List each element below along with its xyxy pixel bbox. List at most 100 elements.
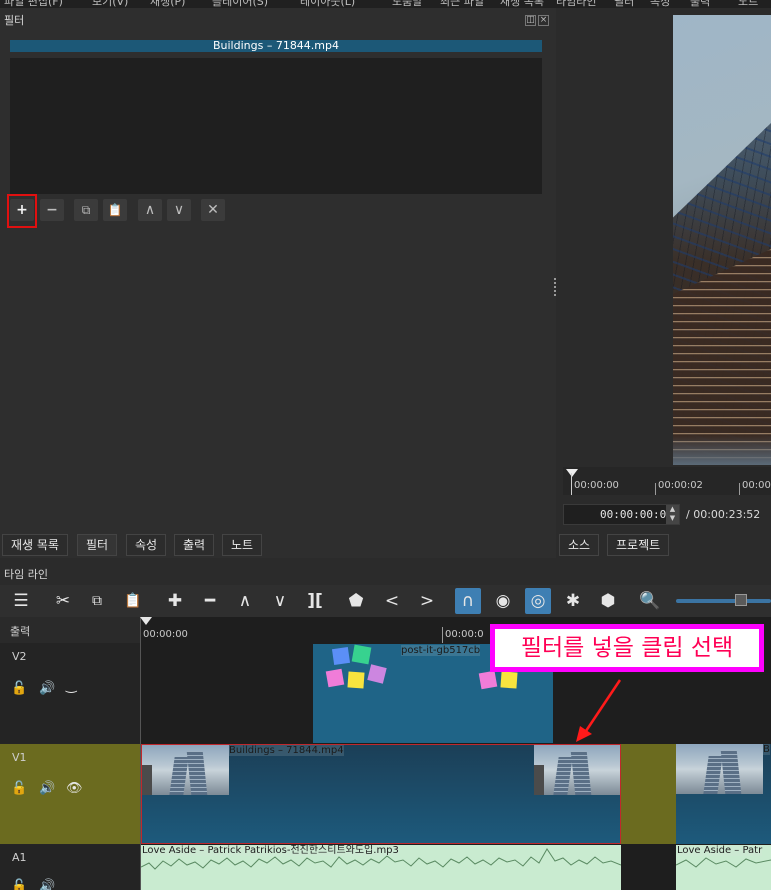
timeline-menu-icon[interactable]: ☰	[8, 588, 34, 614]
ruler-tick-label: 00:00:00	[574, 480, 619, 491]
copy-icon[interactable]: ⧉	[84, 588, 110, 614]
postit-note-image	[351, 644, 372, 665]
preview-shadow	[673, 435, 771, 465]
audio-clip-next[interactable]: Love Aside – Patr	[676, 845, 771, 890]
playhead-marker-icon[interactable]	[566, 469, 578, 477]
clip-buildings-next[interactable]: B	[676, 744, 771, 844]
lock-icon[interactable]: 🔓	[11, 681, 27, 696]
lock-icon[interactable]: 🔓	[11, 781, 27, 796]
mute-icon[interactable]: 🔊	[39, 681, 55, 696]
ruler-tick-label: 00:00	[742, 480, 771, 491]
postit-note-image	[347, 671, 365, 689]
snap-icon[interactable]: ∩	[455, 588, 481, 614]
deselect-filter-button[interactable]: ✕	[201, 199, 225, 221]
float-panel-icon[interactable]: ◫	[525, 15, 536, 26]
tab-notes[interactable]: 노트	[222, 534, 263, 556]
previous-marker-icon[interactable]: <	[379, 588, 405, 614]
menu-item[interactable]: 플레이어(S)	[212, 0, 268, 8]
cut-icon[interactable]: ✂	[50, 588, 76, 614]
tab-properties[interactable]: 속성	[126, 534, 167, 556]
output-label: 출력	[10, 625, 31, 638]
lock-icon[interactable]: 🔓	[11, 879, 27, 890]
menu-item[interactable]: 레이아웃(L)	[300, 0, 355, 8]
ripple-icon[interactable]: ◎	[525, 588, 551, 614]
tab-export[interactable]: 출력	[174, 534, 215, 556]
timecode-spin-icon[interactable]: ▲ ▼	[666, 505, 679, 524]
thumb-tower-image	[534, 765, 544, 795]
copy-filter-button[interactable]: ⧉	[74, 199, 98, 221]
clip-thumbnail-start	[142, 745, 229, 795]
zoom-slider-handle[interactable]	[735, 594, 747, 606]
zoom-slider[interactable]	[676, 599, 771, 603]
menu-item[interactable]: 타임라인	[556, 0, 596, 8]
menu-bar: 파일 편집(F) 보기(V) 재생(P) 플레이어(S) 레이아웃(L) 도움말…	[0, 0, 771, 8]
menu-item[interactable]: 출력	[690, 0, 710, 8]
filter-list[interactable]	[10, 58, 542, 194]
track-label: V2	[12, 650, 27, 663]
menu-item[interactable]: 보기(V)	[92, 0, 128, 8]
audio-clip[interactable]: Love Aside – Patrick Patrikios-전진한스티트와도입…	[141, 845, 621, 890]
timeline-ruler-tick-label: 00:00:0	[445, 629, 484, 640]
timecode-field[interactable]: 00:00:00:00	[563, 504, 680, 525]
clip-title: post-it-gb517cb	[401, 645, 481, 656]
timeline-panel-title: 타임 라인	[4, 568, 48, 581]
hide-icon[interactable]: ‿	[66, 679, 76, 694]
tab-filters[interactable]: 필터	[77, 534, 118, 556]
player-ruler[interactable]: 00:00:00 00:00:02 00:00	[563, 467, 771, 495]
postit-note-image	[325, 668, 345, 688]
menu-item[interactable]: 재생(P)	[150, 0, 185, 8]
menu-item[interactable]: 재생 목록	[500, 0, 544, 8]
next-marker-icon[interactable]: >	[414, 588, 440, 614]
menu-item[interactable]: 속성	[650, 0, 670, 8]
ruler-tick	[442, 627, 443, 643]
ripple-markers-icon[interactable]: ⬢	[595, 588, 621, 614]
overwrite-icon[interactable]: ∨	[267, 588, 293, 614]
thumb-tower-image	[570, 751, 592, 795]
splitter-handle[interactable]	[554, 278, 556, 296]
move-filter-up-button[interactable]: ∧	[138, 199, 162, 221]
remove-filter-button[interactable]: −	[40, 199, 64, 221]
clip-buildings-selected[interactable]: Buildings – 71844.mp4	[141, 744, 621, 844]
mute-icon[interactable]: 🔊	[39, 781, 55, 796]
duration-label: / 00:00:23:52	[686, 508, 761, 521]
postit-note-image	[331, 646, 351, 666]
zoom-out-icon[interactable]: 🔍	[637, 588, 663, 614]
postit-note-image	[500, 671, 518, 689]
paste-icon[interactable]: 📋	[120, 588, 146, 614]
track-label: A1	[12, 851, 27, 864]
scrub-icon[interactable]: ◉	[490, 588, 516, 614]
menu-item[interactable]: 최근 파일	[440, 0, 484, 8]
menu-item[interactable]: 도움말	[392, 0, 422, 8]
tab-source[interactable]: 소스	[559, 534, 600, 556]
timeline-playhead-icon[interactable]	[140, 617, 152, 625]
close-panel-icon[interactable]: ×	[538, 15, 549, 26]
thumb-tower-image	[703, 756, 723, 794]
postit-note-image	[478, 670, 498, 690]
thumb-tower-image	[720, 750, 742, 794]
marker-icon[interactable]: ⬟	[343, 588, 369, 614]
thumb-tower-image	[186, 751, 208, 795]
append-icon[interactable]: ✚	[162, 588, 188, 614]
remove-icon[interactable]: ━	[197, 588, 223, 614]
audio-clip-title: Love Aside – Patrick Patrikios-전진한스티트와도입…	[142, 845, 399, 856]
tab-playlist[interactable]: 재생 목록	[2, 534, 68, 556]
move-filter-down-button[interactable]: ∨	[167, 199, 191, 221]
ruler-tick-label: 00:00:02	[658, 480, 703, 491]
menu-item[interactable]: 파일 편집(F)	[4, 0, 63, 8]
filters-panel-title: 필터	[4, 14, 25, 27]
add-filter-highlight	[7, 194, 37, 228]
audio-clip-title: Love Aside – Patr	[677, 845, 763, 856]
split-icon[interactable]: ][	[302, 588, 328, 614]
thumb-tower-image	[553, 757, 573, 795]
track-headers: 출력 V2 🔓 🔊 ‿ V1 🔓 🔊 👁 A1 🔓 🔊	[0, 617, 140, 890]
menu-item[interactable]: 노트	[738, 0, 758, 8]
menu-item[interactable]: 필터	[614, 0, 634, 8]
mute-icon[interactable]: 🔊	[39, 879, 55, 890]
filter-clip-header: Buildings – 71844.mp4	[10, 40, 542, 52]
lift-icon[interactable]: ∧	[232, 588, 258, 614]
video-preview[interactable]	[673, 15, 771, 465]
visibility-eye-icon[interactable]: 👁	[66, 781, 83, 796]
paste-filter-button[interactable]: 📋	[103, 199, 127, 221]
ripple-all-icon[interactable]: ✱	[560, 588, 586, 614]
tab-project[interactable]: 프로젝트	[607, 534, 670, 556]
